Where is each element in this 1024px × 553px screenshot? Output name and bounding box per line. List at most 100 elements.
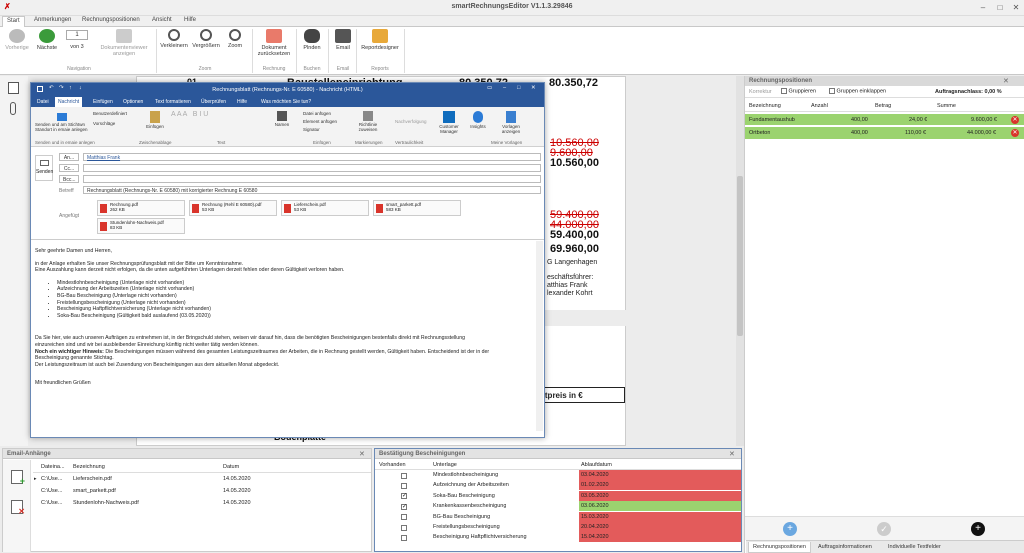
close-icon[interactable]: ✕ <box>1009 2 1023 13</box>
zoom-out-button[interactable]: Verkleinern <box>160 29 188 49</box>
table-row[interactable]: Freistellungsbescheinigung 20.04.2020 <box>375 522 741 532</box>
tab-ueberpruefen[interactable]: Überprüfen <box>201 99 226 105</box>
doc-scrollbar[interactable] <box>736 76 744 446</box>
tell-me-search[interactable]: Was möchten Sie tun? <box>261 99 311 105</box>
tab-ansicht[interactable]: Ansicht <box>152 17 172 23</box>
followup-button[interactable]: Nachverfolgung <box>395 119 427 124</box>
tab-hilfe[interactable]: Hilfe <box>237 99 247 105</box>
body-scrollbar[interactable] <box>536 241 543 431</box>
policy-button[interactable]: Richtlinie zuweisen <box>355 111 381 132</box>
tab-rechnungspositionen[interactable]: Rechnungspositionen <box>82 17 140 23</box>
attachment-smart-parkett[interactable]: smart_parkett.pdf 583 KB <box>373 200 461 216</box>
minimize-icon[interactable]: – <box>976 2 990 13</box>
vorschlaege-button[interactable]: Vorschläge <box>93 121 115 126</box>
table-row[interactable]: ▸ C:\Use... Lieferschein.pdf 14.05.2020 <box>33 473 371 485</box>
close-icon[interactable]: ✕ <box>729 450 735 458</box>
send-and-file-button[interactable]: Senden und am Stichtwn Standort in emaie… <box>35 113 89 132</box>
table-row[interactable]: C:\Use... Stundenlohn-Nachweis.pdf 14.05… <box>33 497 371 509</box>
tab-anmerkungen[interactable]: Anmerkungen <box>34 17 71 23</box>
tab-nachricht[interactable]: Nachricht <box>55 97 83 107</box>
tab-individuelle-textfelder[interactable]: Individuelle Textfelder <box>884 542 945 553</box>
ribbon-divider <box>296 29 297 73</box>
reset-document-button[interactable]: Dokument zurücksetzen <box>256 29 292 57</box>
tab-rechnungspositionen[interactable]: Rechnungspositionen <box>748 542 811 553</box>
table-row[interactable]: Mindestlohnbescheinigung 03.04.2020 <box>375 470 741 480</box>
maximize-icon[interactable]: □ <box>993 2 1007 13</box>
bcc-button[interactable]: Bcc... <box>59 175 79 183</box>
customer-manager-button[interactable]: Customer Manager <box>435 111 463 134</box>
attachment-rechnung[interactable]: Rechnung.pdf 262 KB <box>97 200 185 216</box>
tab-einfuegen[interactable]: Einfügen <box>93 99 113 105</box>
group-tags: Markierungen <box>355 140 383 145</box>
font-format-controls[interactable]: A A A B I U <box>171 111 271 133</box>
to-button[interactable]: An... <box>59 153 79 161</box>
attach-item-button[interactable]: Element anfügen <box>303 119 337 124</box>
signature-button[interactable]: Signatur <box>303 127 320 132</box>
maximize-icon[interactable]: □ <box>517 85 520 91</box>
paperclip-icon[interactable] <box>10 102 16 115</box>
checkbox[interactable] <box>829 88 835 94</box>
insights-button[interactable]: Insights <box>467 111 489 129</box>
zoom-in-button[interactable]: Vergrößern <box>192 29 220 49</box>
tab-text-formatieren[interactable]: Text formatieren <box>155 99 191 105</box>
checkbox[interactable] <box>781 88 787 94</box>
paste-button[interactable]: Einfügen <box>143 111 167 129</box>
table-row[interactable]: ✓ Soka-Bau Bescheinigung 03.05.2020 <box>375 490 741 501</box>
page-input[interactable]: 1 <box>66 30 88 40</box>
cc-field[interactable] <box>83 164 541 172</box>
add-icon[interactable]: + <box>783 522 797 536</box>
table-row[interactable]: C:\Use... smart_parkett.pdf 14.05.2020 <box>33 485 371 497</box>
vorhanden-checkbox[interactable] <box>401 533 407 543</box>
benutzerdefiniert-button[interactable]: Benutzerdefiniert <box>93 111 127 116</box>
delete-icon[interactable]: ✕ <box>1011 116 1019 124</box>
table-row[interactable]: BG-Bau Bescheinigung 15.03.2020 <box>375 511 741 522</box>
attachment-rechnung-rehl[interactable]: Rechnung (Rehl E 60580).pdf 53 KB <box>189 200 277 216</box>
table-row[interactable]: Fundamentaushub 400,00 24,00 € 9.600,00 … <box>745 114 1024 126</box>
templates-button[interactable]: Vorlagen anzeigen <box>497 111 525 134</box>
zoom-button[interactable]: Zoom <box>224 29 246 49</box>
add-attachment-icon[interactable]: + <box>11 470 25 486</box>
certificate-name: Bescheinigung Haftpflichtversicherung <box>433 534 527 541</box>
copy-icon[interactable] <box>8 82 19 94</box>
close-icon[interactable]: ✕ <box>1003 77 1009 85</box>
tab-optionen[interactable]: Optionen <box>123 99 143 105</box>
minimize-icon[interactable]: – <box>503 85 506 91</box>
cc-button[interactable]: Cc... <box>59 164 79 172</box>
next-button[interactable]: Nächste <box>34 29 60 51</box>
add-dark-icon[interactable]: + <box>971 522 985 536</box>
tab-hilfe[interactable]: Hilfe <box>184 17 196 23</box>
collapse-toggle[interactable]: Gruppen einklappen <box>829 88 886 94</box>
attachment-lieferschein[interactable]: Lieferschein.pdf 53 KB <box>281 200 369 216</box>
korrektur-button[interactable]: Korrektur <box>749 89 772 95</box>
send-button[interactable]: Senden <box>35 155 53 181</box>
remove-attachment-icon[interactable]: ✕ <box>11 500 25 516</box>
bcc-field[interactable] <box>83 175 541 183</box>
attachment-stundenlohn[interactable]: Stundenlohn-Nachweis.pdf 83 KB <box>97 218 185 234</box>
reportdesigner-button[interactable]: Reportdesigner <box>360 29 400 51</box>
table-row[interactable]: Ortbeton 400,00 110,00 € 44.000,00 € ✕ <box>745 127 1024 139</box>
table-row[interactable]: Bescheinigung Haftpflichtversicherung 15.… <box>375 532 741 543</box>
tab-datei[interactable]: Datei <box>37 99 49 105</box>
close-icon[interactable]: ✕ <box>531 85 536 91</box>
names-button[interactable]: Namen <box>271 111 293 127</box>
doc-scroll-thumb[interactable] <box>737 176 743 336</box>
tab-start[interactable]: Start <box>2 16 25 27</box>
message-body[interactable]: Sehr geehrte Damen und Herren, in der An… <box>35 248 535 387</box>
table-row[interactable]: ✓ Krankenkassenbescheinigung 03.06.2020 <box>375 501 741 512</box>
to-field[interactable]: Matthias Frank <box>83 153 541 161</box>
group-toggle[interactable]: Gruppieren <box>781 88 816 94</box>
previous-button[interactable]: Vorherige <box>4 29 30 51</box>
subject-field[interactable]: Rechnungsblatt (Rechnungs-Nr. E 60580) m… <box>83 186 541 194</box>
email-button[interactable]: Email <box>332 29 354 51</box>
plnden-button[interactable]: Plnden <box>300 29 324 51</box>
delete-icon[interactable]: ✕ <box>1011 129 1019 137</box>
close-icon[interactable]: ✕ <box>359 450 365 458</box>
attach-file-button[interactable]: Datei anfügen <box>303 111 331 116</box>
subject-label: Betreff <box>59 188 74 194</box>
check-icon[interactable]: ✓ <box>877 522 891 536</box>
table-row[interactable]: Aufzeichnung der Arbeitszeiten 01.02.2020 <box>375 480 741 491</box>
ribbon-options-icon[interactable]: ▭ <box>487 85 492 91</box>
tab-auftragsinformationen[interactable]: Auftragsinformationen <box>814 542 876 553</box>
dokumentenviewer-button[interactable]: Dokumentenviewer anzeigen <box>96 29 152 57</box>
panel-title: Bestätigung Bescheinigungen <box>375 449 741 459</box>
